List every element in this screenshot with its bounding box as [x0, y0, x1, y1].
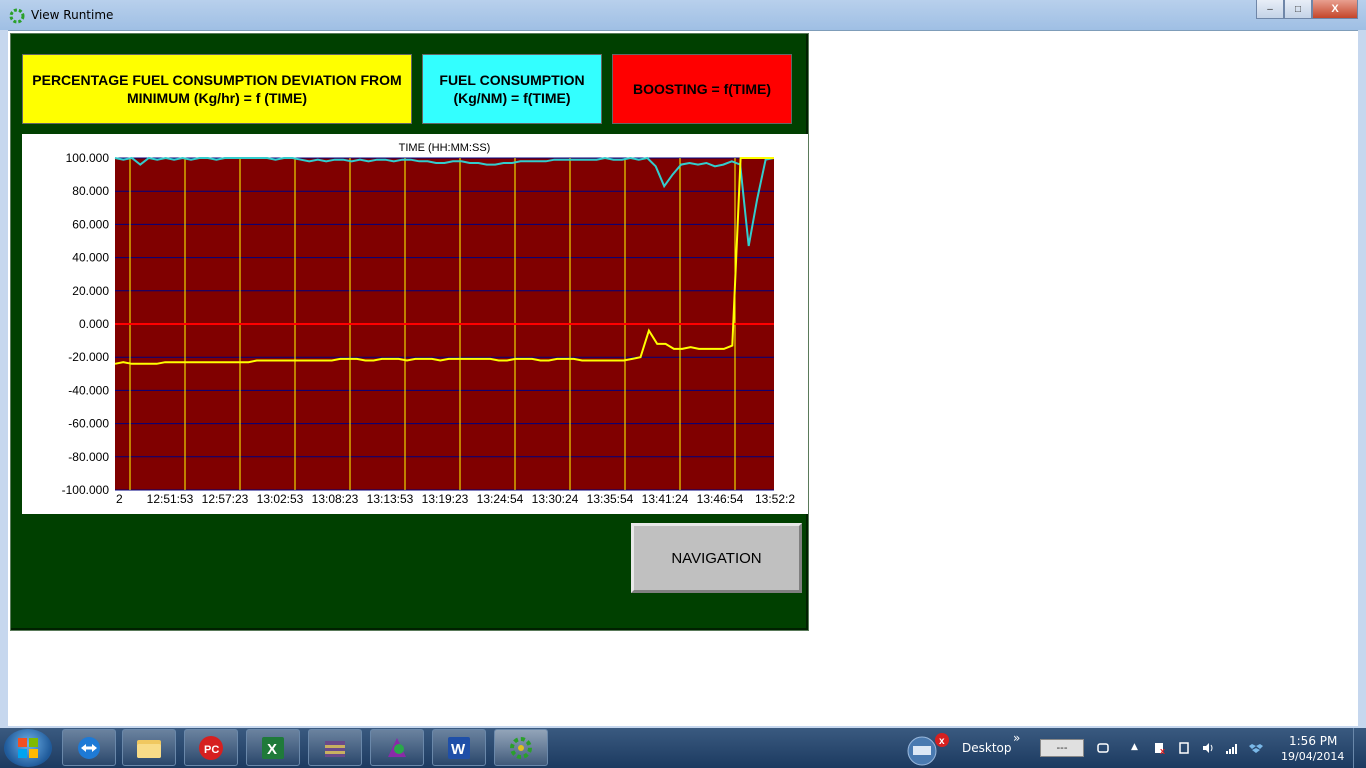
explorer-icon — [137, 739, 161, 758]
y-tick-label: -100.000 — [62, 483, 110, 497]
desktop-chevron-icon[interactable]: » — [1013, 731, 1020, 745]
x-tick-label: 13:52:2 — [755, 492, 795, 506]
signal-icon[interactable] — [1225, 741, 1239, 755]
title-bar: View Runtime – □ X — [0, 0, 1366, 31]
taskbar-word[interactable]: W — [432, 729, 486, 766]
header-fuel-consumption: FUEL CONSUMPTION (Kg/NM) = f(TIME) — [422, 54, 602, 124]
windows-logo-icon — [18, 738, 38, 758]
minimize-button[interactable]: – — [1256, 0, 1284, 19]
x-tick-label: 13:30:24 — [532, 492, 579, 506]
x-tick-label: 12:57:23 — [202, 492, 249, 506]
winrar-icon — [325, 740, 345, 757]
header-boosting: BOOSTING = f(TIME) — [612, 54, 792, 124]
taskbar-app[interactable] — [370, 729, 424, 766]
maximize-button[interactable]: □ — [1284, 0, 1312, 19]
taskbar: PC X W x Desktop » --- ▲ x 1:56 PM 19/04… — [0, 728, 1366, 768]
clock-time[interactable]: 1:56 PM — [1289, 734, 1337, 748]
show-desktop-button[interactable] — [1353, 728, 1366, 768]
app-icon — [388, 737, 406, 757]
y-tick-label: -20.000 — [68, 350, 109, 364]
excel-icon: X — [262, 736, 284, 759]
x-tick-label: 13:02:53 — [257, 492, 304, 506]
svg-text:X: X — [267, 741, 277, 758]
chart-title: TIME (HH:MM:SS) — [399, 142, 491, 154]
window-border-left — [0, 30, 8, 728]
x-tick-label: 12:51:53 — [147, 492, 194, 506]
navigation-button[interactable]: NAVIGATION — [631, 523, 802, 593]
dropbox-icon[interactable] — [1249, 741, 1263, 755]
window-controls: – □ X — [1256, 0, 1358, 20]
svg-text:PC: PC — [204, 744, 219, 756]
x-tick-label: 13:46:54 — [697, 492, 744, 506]
x-tick-label: 13:19:23 — [422, 492, 469, 506]
x-tick-label: 13:13:53 — [367, 492, 414, 506]
y-tick-label: 40.000 — [72, 251, 109, 265]
runtime-icon — [9, 8, 25, 24]
y-tick-label: -80.000 — [68, 450, 109, 464]
volume-icon[interactable] — [1201, 741, 1215, 755]
runtime-panel: PERCENTAGE FUEL CONSUMPTION DEVIATION FR… — [10, 33, 809, 631]
device-icon[interactable] — [1177, 741, 1191, 755]
plug-icon[interactable] — [1096, 741, 1110, 755]
taskbar-teamviewer[interactable] — [62, 729, 116, 766]
x-tick-label: 2 — [116, 492, 123, 506]
taskbar-pdf[interactable]: PC — [184, 729, 238, 766]
y-tick-label: 20.000 — [72, 284, 109, 298]
y-tick-label: 100.000 — [66, 151, 110, 165]
taskbar-excel[interactable]: X — [246, 729, 300, 766]
y-tick-label: 80.000 — [72, 184, 109, 198]
tray-expand-icon[interactable]: ▲ — [1131, 742, 1138, 752]
teamviewer-icon — [78, 736, 100, 759]
svg-text:W: W — [451, 741, 466, 758]
x-tick-label: 13:08:23 — [312, 492, 359, 506]
desktop-toolbar-label[interactable]: Desktop — [962, 741, 1012, 755]
y-tick-label: 60.000 — [72, 217, 109, 231]
y-tick-label: -40.000 — [68, 383, 109, 397]
tray-input-box[interactable]: --- — [1040, 739, 1084, 757]
taskbar-runtime[interactable] — [494, 729, 548, 766]
x-tick-label: 13:41:24 — [642, 492, 689, 506]
y-tick-label: -60.000 — [68, 417, 109, 431]
x-tick-label: 13:24:54 — [477, 492, 524, 506]
plot-right-margin — [774, 156, 808, 492]
taskbar-explorer[interactable] — [122, 729, 176, 766]
word-icon: W — [448, 736, 470, 759]
svg-text:x: x — [939, 736, 945, 747]
y-tick-label: 0.000 — [79, 317, 109, 331]
window-title: View Runtime — [31, 8, 114, 22]
header-fuel-deviation: PERCENTAGE FUEL CONSUMPTION DEVIATION FR… — [22, 54, 412, 124]
x-tick-label: 13:35:54 — [587, 492, 634, 506]
runtime-icon — [510, 736, 532, 759]
trend-chart-svg: TIME (HH:MM:SS) 100.000 80.000 60.000 40.000… — [62, 142, 808, 506]
start-button[interactable] — [4, 729, 52, 767]
network-badge-icon[interactable]: x — [904, 732, 952, 766]
trend-chart: TIME (HH:MM:SS) 100.000 80.000 60.000 40.000… — [22, 134, 808, 514]
svg-text:x: x — [1160, 746, 1165, 755]
taskbar-winrar[interactable] — [308, 729, 362, 766]
close-button[interactable]: X — [1312, 0, 1358, 19]
pdf-icon: PC — [199, 735, 223, 760]
flag-alert-icon[interactable]: x — [1153, 741, 1167, 755]
clock-date[interactable]: 19/04/2014 — [1281, 750, 1344, 763]
window-border-right — [1358, 30, 1366, 728]
